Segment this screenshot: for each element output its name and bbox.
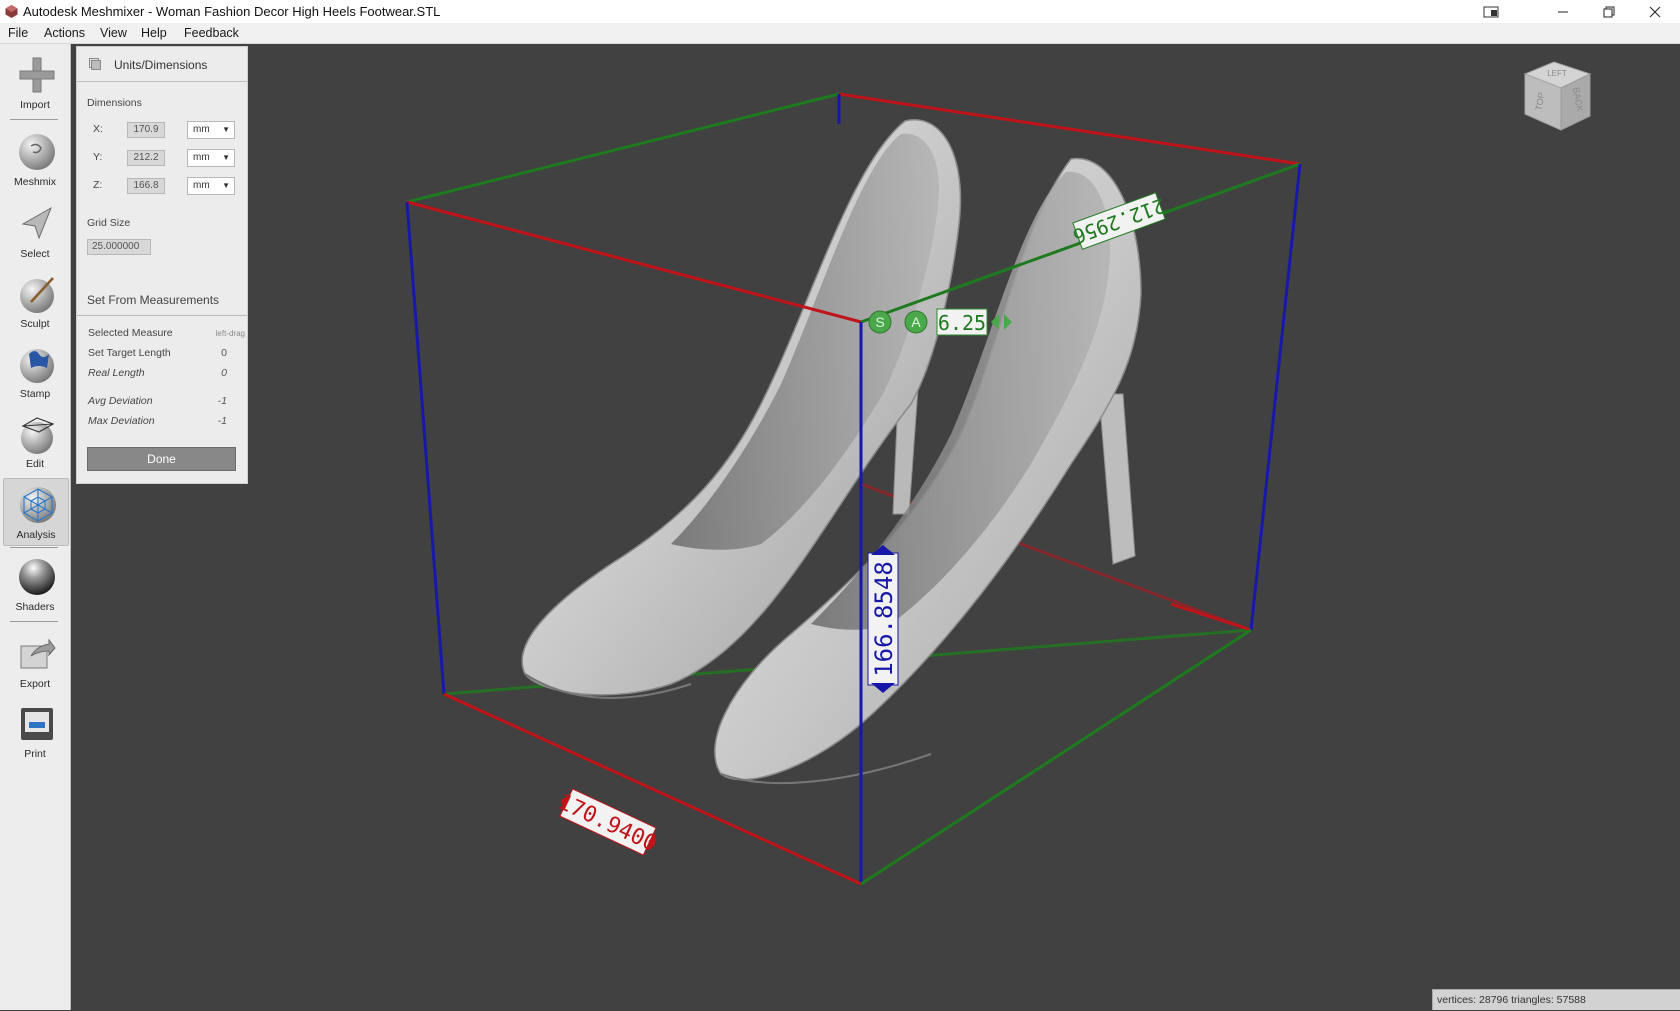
grid-value-label: 6.25 bbox=[938, 311, 986, 335]
tool-label: Sculpt bbox=[20, 318, 50, 330]
status-bar: vertices: 28796 triangles: 57588 bbox=[1432, 989, 1680, 1010]
z-length-value: 166.8548 bbox=[870, 561, 898, 677]
tool-label: Analysis bbox=[16, 529, 56, 541]
selected-measure-value: left-drag bbox=[215, 329, 245, 338]
sculpt-icon bbox=[20, 277, 54, 313]
meshmix-icon bbox=[19, 134, 55, 170]
x-unit-value: mm bbox=[193, 124, 210, 135]
x-dimension-field[interactable]: 170.9 bbox=[127, 122, 165, 138]
menu-file[interactable]: File bbox=[8, 26, 28, 40]
minimize-button[interactable] bbox=[1540, 0, 1586, 23]
max-deviation-value: -1 bbox=[217, 415, 227, 427]
tablet-mode-icon[interactable] bbox=[1468, 0, 1514, 23]
grid-a-label: A bbox=[911, 314, 921, 330]
tool-meshmix[interactable]: Meshmix bbox=[3, 126, 67, 192]
view-cube-left-label: LEFT bbox=[1547, 69, 1567, 78]
shaders-icon bbox=[19, 559, 55, 595]
tool-label: Select bbox=[20, 248, 50, 260]
z-unit-value: mm bbox=[193, 180, 210, 191]
chevron-down-icon: ▼ bbox=[222, 153, 230, 162]
x-unit-select[interactable]: mm ▼ bbox=[187, 121, 235, 139]
print-icon bbox=[21, 708, 53, 740]
z-dimension-label: 166.8548 bbox=[867, 545, 899, 693]
x-axis-label: X: bbox=[93, 123, 103, 135]
tool-label: Shaders bbox=[15, 601, 55, 613]
dimensions-label: Dimensions bbox=[87, 97, 142, 109]
panel-collapse-icon[interactable] bbox=[89, 58, 101, 70]
tool-print[interactable]: Print bbox=[3, 698, 67, 764]
meshmixer-logo-icon bbox=[5, 5, 18, 18]
grid-s-label: S bbox=[875, 314, 884, 330]
import-icon bbox=[19, 57, 55, 93]
real-length-label: Real Length bbox=[88, 367, 145, 379]
set-target-length-value[interactable]: 0 bbox=[221, 347, 227, 359]
z-unit-select[interactable]: mm ▼ bbox=[187, 177, 235, 195]
scene-canvas[interactable]: S A 6.25 212.2956 166.8548 170.9400 LEFT… bbox=[71, 44, 1680, 1010]
grid-size-label: Grid Size bbox=[87, 217, 131, 229]
tool-analysis[interactable]: Analysis bbox=[3, 478, 69, 546]
y-unit-select[interactable]: mm ▼ bbox=[187, 149, 235, 167]
tool-export[interactable]: Export bbox=[3, 628, 67, 694]
tool-shaders[interactable]: Shaders bbox=[3, 551, 67, 617]
restore-button[interactable] bbox=[1586, 0, 1632, 23]
tool-stamp[interactable]: Stamp bbox=[3, 338, 67, 404]
y-axis-label: Y: bbox=[93, 151, 103, 163]
y-unit-value: mm bbox=[193, 152, 210, 163]
view-cube[interactable]: LEFT TOP BACK bbox=[1523, 61, 1592, 131]
close-button[interactable] bbox=[1632, 0, 1678, 23]
tool-label: Print bbox=[24, 748, 46, 760]
menu-feedback[interactable]: Feedback bbox=[184, 26, 239, 40]
tool-sculpt[interactable]: Sculpt bbox=[3, 268, 67, 334]
tool-select[interactable]: Select bbox=[3, 198, 67, 264]
menu-help[interactable]: Help bbox=[141, 26, 167, 40]
chevron-down-icon: ▼ bbox=[222, 125, 230, 134]
tool-import[interactable]: Import bbox=[3, 49, 67, 115]
menu-actions[interactable]: Actions bbox=[44, 26, 85, 40]
tool-label: Import bbox=[20, 99, 50, 111]
analysis-icon bbox=[20, 487, 56, 523]
done-button[interactable]: Done bbox=[87, 447, 236, 471]
select-icon bbox=[21, 206, 52, 240]
z-axis-label: Z: bbox=[93, 179, 103, 191]
tool-label: Meshmix bbox=[13, 176, 56, 188]
real-length-value: 0 bbox=[221, 367, 227, 379]
avg-deviation-value: -1 bbox=[217, 395, 227, 407]
stamp-icon bbox=[20, 349, 54, 383]
tool-label: Export bbox=[19, 678, 51, 690]
z-dimension-field[interactable]: 166.8 bbox=[127, 178, 165, 194]
set-target-length-label: Set Target Length bbox=[88, 347, 171, 359]
avg-deviation-label: Avg Deviation bbox=[88, 395, 153, 407]
y-dimension-field[interactable]: 212.2 bbox=[127, 150, 165, 166]
x-dimension-label: 170.9400 bbox=[554, 788, 661, 857]
panel-header: Units/Dimensions bbox=[77, 47, 247, 82]
title-bar: Autodesk Meshmixer - Woman Fashion Decor… bbox=[0, 0, 1680, 24]
max-deviation-label: Max Deviation bbox=[88, 415, 155, 427]
grid-size-field[interactable]: 25.000000 bbox=[87, 239, 151, 255]
selected-measure-label: Selected Measure bbox=[88, 327, 173, 339]
panel-title: Units/Dimensions bbox=[114, 58, 208, 72]
chevron-down-icon: ▼ bbox=[222, 181, 230, 190]
units-dimensions-panel: Units/Dimensions Dimensions X: 170.9 mm … bbox=[76, 46, 248, 484]
menu-view[interactable]: View bbox=[100, 26, 127, 40]
window-title: Autodesk Meshmixer - Woman Fashion Decor… bbox=[23, 4, 441, 19]
left-toolbar: Import Meshmix Select Sculpt Stamp Edit … bbox=[0, 44, 71, 1010]
tool-label: Edit bbox=[25, 458, 45, 470]
3d-viewport[interactable]: S A 6.25 212.2956 166.8548 170.9400 LEFT… bbox=[71, 44, 1680, 1010]
edit-icon bbox=[21, 417, 55, 454]
set-from-measurements-title: Set From Measurements bbox=[87, 293, 220, 307]
tool-edit[interactable]: Edit bbox=[3, 408, 67, 474]
tool-label: Stamp bbox=[19, 388, 51, 400]
export-icon bbox=[20, 638, 56, 669]
menu-bar: File Actions View Help Feedback bbox=[0, 23, 1680, 44]
